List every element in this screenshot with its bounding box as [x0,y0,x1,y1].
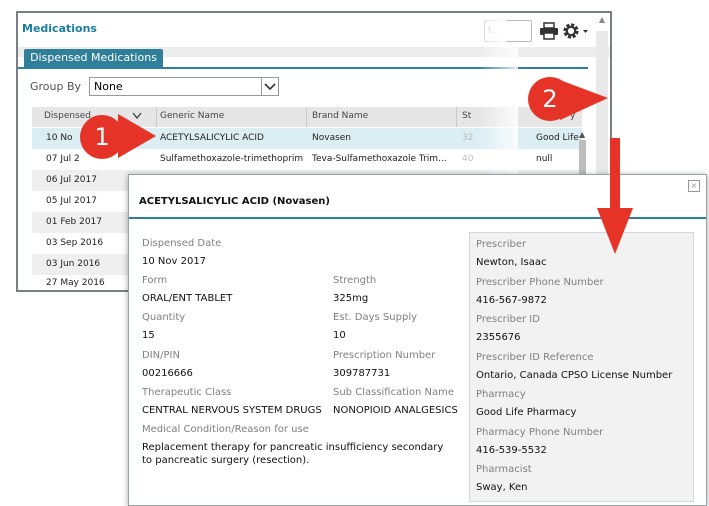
din-label: DIN/PIN [142,350,180,361]
form-value: ORAL/ENT TABLET [142,293,233,304]
panel-title: Medications [22,22,97,35]
pharmacy-phone-label: Pharmacy Phone Number [476,427,604,438]
quantity-label: Quantity [142,312,186,323]
column-header-strength[interactable]: St [462,111,471,121]
prescriber-phone-label: Prescriber Phone Number [476,277,604,288]
cell-generic-name: ACETYLSALICYLIC ACID [160,133,264,143]
din-value: 00216666 [142,368,193,379]
form-label: Form [142,275,168,286]
tab-dispensed-medications[interactable]: Dispensed Medications [24,49,163,67]
strength-label: Strength [333,275,377,286]
cell-date: 03 Sep 2016 [46,238,104,248]
callout-badge-2: 2 [528,77,572,121]
prescriber-id-value: 2355676 [476,332,521,343]
prescriber-value: Newton, Isaac [476,257,547,268]
chevron-down-icon[interactable] [261,78,278,95]
dispensed-date-value: 10 Nov 2017 [142,256,207,267]
sub-classification-label: Sub Classification Name [333,387,455,398]
prescriber-phone-value: 416-567-9872 [476,295,547,306]
prescription-number-label: Prescription Number [333,350,436,361]
column-separator [456,107,457,127]
therapeutic-class-value: CENTRAL NERVOUS SYSTEM DRUGS [142,405,322,416]
cell-brand-name: Teva-Sulfamethoxazole Trim... [312,154,447,164]
cell-pharmacy: null [536,154,553,164]
cell-date: 06 Jul 2017 [46,175,97,185]
cell-date: 07 Jul 2 [46,154,80,164]
pharmacy-phone-value: 416-539-5532 [476,445,547,456]
print-icon[interactable] [539,22,559,40]
cell-date: 27 May 2016 [46,278,105,288]
prescriber-id-label: Prescriber ID [476,314,540,325]
cell-date: 01 Feb 2017 [46,217,103,227]
medical-condition-label: Medical Condition/Reason for use [142,424,309,435]
days-supply-value: 10 [333,330,346,341]
cell-date: 03 Jun 2016 [46,259,101,269]
popup-title: ACETYLSALICYLIC ACID (Novasen) [139,196,330,207]
callout-arrow-down [597,138,633,254]
pharmacist-value: Sway, Ken [476,482,528,493]
cell-strength: 40 [462,154,474,164]
group-by-value: None [94,80,123,93]
days-supply-label: Est. Days Supply [333,312,418,323]
cell-generic-name: Sulfamethoxazole-trimethoprim [160,154,304,164]
column-header-brand-name[interactable]: Brand Name [312,111,368,121]
grid-scroll-up-icon[interactable]: ▲ [579,130,585,139]
callout-badge-1: 1 [80,115,124,159]
medical-condition-value: Replacement therapy for pancreatic insuf… [142,442,444,466]
prescriber-pharmacy-box: Prescriber Newton, Isaac Prescriber Phon… [469,232,694,502]
therapeutic-class-label: Therapeutic Class [142,387,232,398]
prescription-number-value: 309787731 [333,368,391,379]
sub-classification-value: NONOPIOID ANALGESICS [333,405,458,416]
group-by-select[interactable]: None [89,77,279,96]
prescriber-label: Prescriber [476,239,527,250]
pharmacy-label: Pharmacy [476,389,526,400]
gear-icon[interactable] [561,21,589,41]
prescriber-id-reference-value: Ontario, Canada CPSO License Number [476,370,673,381]
cell-date: 10 No [46,133,73,143]
dispensed-date-label: Dispensed Date [142,238,222,249]
scroll-up-icon[interactable]: ▲ [596,13,608,27]
cell-strength: 32 [462,133,474,143]
close-icon[interactable]: × [688,180,700,192]
group-by-label: Group By [30,80,82,93]
column-header-dispensed[interactable]: Dispensed [44,111,91,121]
quantity-value: 15 [142,330,155,341]
cell-pharmacy: Good Life [536,133,579,143]
cell-date: 05 Jul 2017 [46,196,97,206]
strength-value: 325mg [333,293,369,304]
cell-brand-name: Novasen [312,133,352,143]
column-separator [306,107,307,127]
prescriber-id-reference-label: Prescriber ID Reference [476,352,594,363]
pharmacy-value: Good Life Pharmacy [476,407,577,418]
pharmacist-label: Pharmacist [476,464,532,475]
column-header-generic-name[interactable]: Generic Name [160,111,224,121]
